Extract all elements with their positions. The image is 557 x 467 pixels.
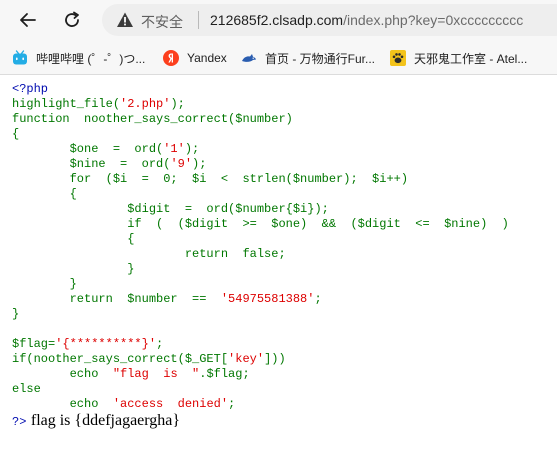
bookmark-label: Yandex (187, 51, 227, 65)
wolf-icon (242, 54, 256, 62)
code-line: if ( ($digit >= $one) && ($digit <= $nin… (12, 217, 509, 231)
bookmark-label: 天邪鬼工作室 - Atel... (414, 51, 528, 66)
code-line: highlight_file('2.php'); (12, 97, 185, 111)
flag-output: flag is {ddefjagaergha} (30, 412, 181, 429)
code-line: { (12, 187, 77, 201)
code-line: $one = ord('1'); (12, 142, 200, 156)
address-bar[interactable]: 不安全 212685f2.clsadp.com/index.php?key=0x… (102, 4, 557, 36)
bookmark-atelier[interactable]: 天邪鬼工作室 - Atel... (390, 49, 527, 67)
url-path: /index.php?key=0xccccccccc (343, 12, 524, 28)
warning-triangle-icon[interactable] (116, 11, 134, 29)
yandex-icon (163, 50, 179, 66)
back-button[interactable] (14, 6, 42, 34)
bookmark-label: 首页 - 万物通行Fur... (265, 51, 376, 66)
paw-icon (390, 50, 406, 66)
back-arrow-icon (20, 13, 36, 27)
reload-button[interactable] (58, 6, 86, 34)
code-line: if(noother_says_correct($_GET['key'])) (12, 352, 286, 366)
bookmark-bilibili[interactable]: 哔哩哔哩 (゜-゜)つ... (12, 49, 145, 67)
code-line: else (12, 382, 41, 396)
php-source-code: <?php highlight_file('2.php'); function … (12, 82, 509, 412)
code-line: function noother_says_correct($number) (12, 112, 293, 126)
code-line: echo 'access denied'; (12, 397, 236, 411)
code-line: <?php (12, 82, 49, 96)
code-line: return $number == '54975581388'; (12, 292, 322, 306)
url-text[interactable]: 212685f2.clsadp.com/index.php?key=0xcccc… (210, 12, 523, 28)
code-line: $digit = ord($number{$i}); (12, 202, 329, 216)
code-line: { (12, 232, 135, 246)
url-host: 212685f2.clsadp.com (210, 12, 344, 28)
code-line: for ($i = 0; $i < strlen($number); $i++) (12, 172, 409, 186)
reload-icon (65, 11, 79, 27)
bilibili-icon (13, 50, 27, 65)
code-line: $nine = ord('9'); (12, 157, 207, 171)
bookmark-label: 哔哩哔哩 (゜-゜)つ... (36, 51, 146, 66)
code-line: return false; (12, 247, 286, 261)
code-line: } (12, 262, 135, 276)
code-line: echo "flag is ".$flag; (12, 367, 250, 381)
php-close-tag: ?> (12, 415, 27, 429)
url-divider (198, 11, 199, 29)
code-line: } (12, 307, 20, 321)
security-label[interactable]: 不安全 (141, 12, 183, 32)
code-line: $flag='{**********}'; (12, 337, 164, 351)
page-content: <?php highlight_file('2.php'); function … (12, 82, 509, 412)
code-line: } (12, 277, 77, 291)
bookmark-furry-home[interactable]: 首页 - 万物通行Fur... (241, 49, 375, 67)
code-line: { (12, 127, 20, 141)
bookmark-yandex[interactable]: Yandex (163, 49, 227, 67)
script-output-row: ?> flag is {ddefjagaergha} (12, 412, 180, 430)
bookmarks-bar: 哔哩哔哩 (゜-゜)つ... Yandex 首页 - 万物通行Fur... 天邪… (0, 40, 557, 75)
browser-toolbar: 不安全 212685f2.clsadp.com/index.php?key=0x… (0, 0, 557, 40)
